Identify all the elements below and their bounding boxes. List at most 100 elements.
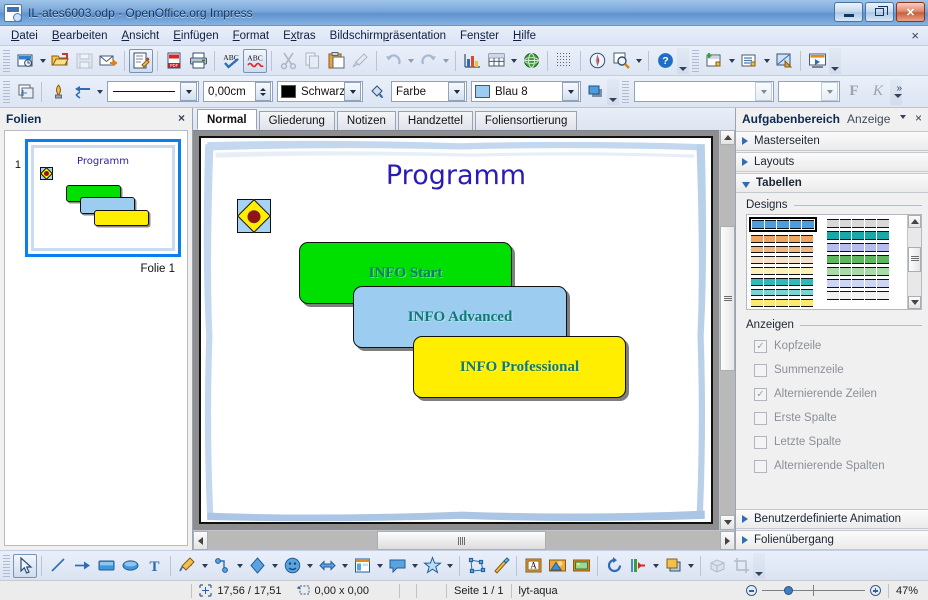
export-pdf-icon[interactable]: PDF xyxy=(162,49,186,73)
scroll-up-button[interactable] xyxy=(720,130,735,145)
task-section-tabellen[interactable]: Tabellen xyxy=(736,173,928,193)
menu-einfuegen[interactable]: Einfügen xyxy=(166,28,225,44)
design-swatch-teal[interactable] xyxy=(751,277,813,286)
menu-bildschirmpraesentation[interactable]: Bildschirmpräsentation xyxy=(323,28,453,44)
restore-button[interactable] xyxy=(865,2,894,22)
area-style-dropdown-icon[interactable] xyxy=(448,82,465,101)
hscroll-track[interactable] xyxy=(208,531,720,550)
menu-ansicht[interactable]: Ansicht xyxy=(115,28,167,44)
hyperlink-icon[interactable] xyxy=(519,49,543,73)
textformat-grip[interactable] xyxy=(622,80,629,103)
scroll-down-button[interactable] xyxy=(720,515,735,530)
line-arrow-dropdown-icon[interactable] xyxy=(94,80,105,104)
zoom-slider[interactable] xyxy=(745,585,881,596)
curve-dropdown-icon[interactable] xyxy=(199,554,210,578)
send-email-icon[interactable] xyxy=(96,49,120,73)
stars-dropdown-icon[interactable] xyxy=(444,554,455,578)
drawbar-grip[interactable] xyxy=(3,554,10,577)
line-width-field[interactable]: 0,00cm xyxy=(203,81,273,102)
zoom-value-item[interactable]: 47% xyxy=(896,585,918,597)
close-document-icon[interactable]: × xyxy=(911,28,919,43)
option-kopfzeile[interactable]: ✓ Kopfzeile xyxy=(744,334,922,358)
slide-canvas[interactable]: Programm INFO Start INFO Advanced INFO P… xyxy=(193,130,719,530)
flowchart-icon[interactable] xyxy=(350,554,374,578)
zoom-out-button[interactable] xyxy=(745,585,757,596)
design-swatch-grey[interactable] xyxy=(827,219,889,228)
line-endpoint-icon[interactable] xyxy=(46,80,70,104)
checkbox-letzte-spalte[interactable] xyxy=(754,435,767,449)
task-pane-close-icon[interactable]: × xyxy=(915,111,922,125)
select-arrow-icon[interactable] xyxy=(13,553,37,578)
checkbox-erste-spalte[interactable] xyxy=(754,411,767,425)
designs-listbox[interactable] xyxy=(746,214,922,310)
slide-surface[interactable]: Programm INFO Start INFO Advanced INFO P… xyxy=(199,136,713,524)
spelling-check-icon[interactable]: ABC xyxy=(219,49,243,73)
vscroll-thumb[interactable] xyxy=(720,226,735,371)
shadow-3d-icon[interactable] xyxy=(705,554,729,578)
option-alternierende-spalten[interactable]: Alternierende Spalten xyxy=(744,454,922,478)
design-swatch-cyan[interactable] xyxy=(751,288,813,297)
insert-table-icon[interactable] xyxy=(484,49,508,73)
presentation-toolbar-grip[interactable] xyxy=(692,49,699,72)
menu-bearbeiten[interactable]: Bearbeiten xyxy=(45,28,115,44)
design-swatch-yellow[interactable] xyxy=(751,299,813,308)
task-section-layouts[interactable]: Layouts xyxy=(736,152,928,172)
design-swatch-beige[interactable] xyxy=(751,256,813,265)
fmtbar-grip[interactable] xyxy=(3,80,10,103)
slide-layout-icon[interactable] xyxy=(737,49,761,73)
toolbar-grip[interactable] xyxy=(3,49,10,72)
designs-scroll-up-button[interactable] xyxy=(908,215,921,228)
fmtbar-overflow[interactable] xyxy=(607,78,619,105)
clone-formatting-icon[interactable] xyxy=(348,49,372,73)
diamond-bullet-icon[interactable] xyxy=(237,199,271,233)
task-section-animation[interactable]: Benutzerdefinierte Animation xyxy=(736,509,928,529)
arrange-icon[interactable] xyxy=(661,554,685,578)
option-letzte-spalte[interactable]: Letzte Spalte xyxy=(744,430,922,454)
hscroll-thumb[interactable] xyxy=(376,531,546,550)
line-style-combo[interactable] xyxy=(107,81,199,102)
design-swatch-lavender[interactable] xyxy=(827,243,889,252)
designs-scroll-track[interactable] xyxy=(908,228,921,296)
basic-shapes-icon[interactable] xyxy=(245,554,269,578)
checkbox-alternierende-zeilen[interactable]: ✓ xyxy=(754,387,767,401)
scroll-right-button[interactable] xyxy=(720,531,735,550)
font-size-combo[interactable] xyxy=(778,81,840,102)
display-grid-icon[interactable] xyxy=(552,49,576,73)
design-item-selected[interactable] xyxy=(749,217,817,232)
print-file-icon[interactable] xyxy=(186,49,210,73)
help-icon[interactable]: ? xyxy=(653,49,677,73)
rotate-icon[interactable] xyxy=(602,554,626,578)
curve-icon[interactable] xyxy=(175,554,199,578)
navigator-icon[interactable] xyxy=(585,49,609,73)
slide-design-icon[interactable] xyxy=(772,49,796,73)
slide-title[interactable]: Programm xyxy=(201,160,711,191)
designs-scrollbar[interactable] xyxy=(907,215,921,309)
arrange-dropdown-icon[interactable] xyxy=(685,554,696,578)
checkbox-kopfzeile[interactable]: ✓ xyxy=(754,339,767,353)
task-section-masterseiten[interactable]: Masterseiten xyxy=(736,131,928,151)
autospellcheck-icon[interactable]: ABC xyxy=(243,48,267,73)
standard-toolbar-overflow[interactable] xyxy=(677,47,689,74)
scroll-left-button[interactable] xyxy=(193,531,208,550)
insert-table-dropdown-icon[interactable] xyxy=(508,49,519,73)
tab-normal[interactable]: Normal xyxy=(197,109,257,130)
designs-scroll-down-button[interactable] xyxy=(908,296,921,309)
ellipse-icon[interactable] xyxy=(118,554,142,578)
text-box-icon[interactable]: T xyxy=(142,554,166,578)
points-icon[interactable] xyxy=(464,554,488,578)
connector-dropdown-icon[interactable] xyxy=(234,554,245,578)
save-document-icon[interactable] xyxy=(72,49,96,73)
designs-scroll-thumb[interactable] xyxy=(908,247,921,272)
presentation-toolbar-overflow[interactable] xyxy=(829,47,841,74)
design-swatch-green[interactable] xyxy=(827,255,889,264)
zoom-in-button[interactable] xyxy=(869,585,881,596)
menu-datei[interactable]: Datei xyxy=(4,28,45,44)
italic-button[interactable]: K xyxy=(866,80,890,104)
task-pane-view-label[interactable]: Anzeige xyxy=(847,112,890,126)
insert-image-icon[interactable] xyxy=(545,554,569,578)
slide-thumbnail-item[interactable]: 1 Programm xyxy=(11,139,181,257)
slides-panel-close-icon[interactable]: × xyxy=(178,111,185,125)
insert-chart-icon[interactable] xyxy=(460,49,484,73)
checkbox-summenzeile[interactable] xyxy=(754,363,767,377)
new-slide-icon[interactable] xyxy=(702,49,726,73)
